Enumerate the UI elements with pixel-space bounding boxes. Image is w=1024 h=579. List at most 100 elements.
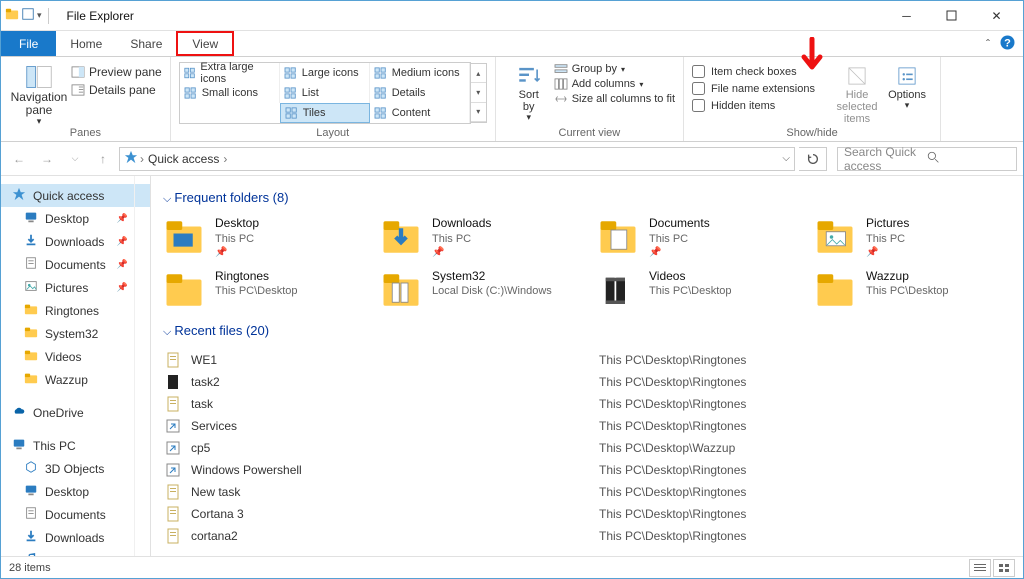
sidebar-pc-item-documents[interactable]: Documents: [1, 503, 150, 526]
status-item-count: 28 items: [9, 562, 51, 574]
forward-button[interactable]: →: [35, 147, 59, 171]
recent-file-row[interactable]: New taskThis PC\Desktop\Ringtones: [163, 481, 1011, 503]
back-button[interactable]: ←: [7, 147, 31, 171]
sidebar-item-pictures[interactable]: Pictures📌: [1, 276, 150, 299]
qat-properties-icon[interactable]: [21, 7, 35, 24]
tile-documents[interactable]: DocumentsThis PC📌: [597, 216, 794, 259]
file-name-extensions-toggle[interactable]: File name extensions: [692, 82, 832, 95]
recent-file-row[interactable]: task2This PC\Desktop\Ringtones: [163, 371, 1011, 393]
sidebar-pc-item-downloads[interactable]: Downloads: [1, 526, 150, 549]
view-details-button[interactable]: [969, 559, 991, 577]
collapse-ribbon-icon[interactable]: ˆ: [986, 37, 990, 51]
folder-icon: [23, 371, 39, 388]
pin-icon: 📌: [215, 246, 259, 259]
layout-option-tiles[interactable]: Tiles: [280, 103, 370, 123]
tile-system32[interactable]: System32Local Disk (C:)\Windows: [380, 269, 577, 311]
recent-file-row[interactable]: WE1This PC\Desktop\Ringtones: [163, 349, 1011, 371]
sort-by-button[interactable]: Sort by▾: [504, 59, 554, 123]
recent-files-header[interactable]: Recent files (20): [163, 323, 1011, 339]
tab-file[interactable]: File: [1, 31, 56, 56]
options-button[interactable]: Options▾: [882, 59, 932, 111]
ribbon-group-show-hide: Item check boxes File name extensions Hi…: [684, 57, 941, 141]
sidebar-pc-item-music[interactable]: Music: [1, 549, 150, 556]
hidden-items-toggle[interactable]: Hidden items: [692, 99, 832, 112]
layout-scroll-down[interactable]: ▾: [471, 83, 486, 102]
sidebar-item-wazzup[interactable]: Wazzup: [1, 368, 150, 391]
layout-option-details[interactable]: Details: [370, 83, 470, 103]
layout-option-content[interactable]: Content: [370, 103, 470, 123]
file-icon: [163, 528, 183, 544]
size-columns-button[interactable]: Size all columns to fit: [554, 93, 675, 105]
view-large-button[interactable]: [993, 559, 1015, 577]
folder-icon: [23, 529, 39, 546]
maximize-button[interactable]: [929, 2, 974, 30]
qat-dropdown-icon[interactable]: ▾: [37, 10, 42, 21]
ribbon-group-label-currentview: Current view: [504, 127, 675, 141]
layout-expand[interactable]: ▾: [471, 103, 486, 122]
breadcrumb-sep: ›: [140, 152, 144, 166]
sidebar-item-ringtones[interactable]: Ringtones: [1, 299, 150, 322]
minimize-button[interactable]: ─: [884, 2, 929, 30]
add-columns-button[interactable]: Add columns ▾: [554, 78, 675, 90]
close-button[interactable]: ✕: [974, 2, 1019, 30]
recent-file-row[interactable]: Windows PowershellThis PC\Desktop\Ringto…: [163, 459, 1011, 481]
quick-access-icon: [124, 150, 138, 167]
recent-file-row[interactable]: cortana2This PC\Desktop\Ringtones: [163, 525, 1011, 547]
recent-file-row[interactable]: taskThis PC\Desktop\Ringtones: [163, 393, 1011, 415]
help-icon[interactable]: ?: [1000, 35, 1015, 53]
tile-desktop[interactable]: DesktopThis PC📌: [163, 216, 360, 259]
sidebar-item-videos[interactable]: Videos: [1, 345, 150, 368]
sidebar-item-system32[interactable]: System32: [1, 322, 150, 345]
preview-pane-toggle[interactable]: Preview pane: [71, 65, 162, 79]
tile-ringtones[interactable]: RingtonesThis PC\Desktop: [163, 269, 360, 311]
tab-view[interactable]: View: [176, 31, 234, 56]
group-by-button[interactable]: Group by ▾: [554, 63, 675, 75]
tile-downloads[interactable]: DownloadsThis PC📌: [380, 216, 577, 259]
navigation-pane-button[interactable]: Navigation pane▾: [9, 59, 69, 127]
recent-file-row[interactable]: cp5This PC\Desktop\Wazzup: [163, 437, 1011, 459]
refresh-button[interactable]: [799, 147, 827, 171]
navigation-sidebar[interactable]: Quick access Desktop📌Downloads📌Documents…: [1, 176, 151, 556]
up-button[interactable]: ↑: [91, 147, 115, 171]
layout-option-extra-large-icons[interactable]: Extra large icons: [180, 63, 280, 83]
sidebar-quick-access[interactable]: Quick access: [1, 184, 150, 207]
tab-home[interactable]: Home: [56, 31, 116, 56]
layout-option-small-icons[interactable]: Small icons: [180, 83, 280, 103]
tile-videos[interactable]: VideosThis PC\Desktop: [597, 269, 794, 311]
folder-icon: [163, 216, 205, 258]
address-dropdown[interactable]: ⌵: [782, 153, 790, 164]
layout-option-medium-icons[interactable]: Medium icons: [370, 63, 470, 83]
search-placeholder: Search Quick access: [844, 145, 927, 173]
layout-scroll-up[interactable]: ▴: [471, 64, 486, 83]
star-icon: [11, 187, 27, 204]
main-view[interactable]: Frequent folders (8) DesktopThis PC📌 Down…: [151, 176, 1023, 556]
sidebar-item-downloads[interactable]: Downloads📌: [1, 230, 150, 253]
layout-view-gallery[interactable]: Extra large iconsLarge iconsMedium icons…: [179, 62, 471, 124]
ribbon-group-panes: Navigation pane▾ Preview pane Details pa…: [1, 57, 171, 141]
layout-option-large-icons[interactable]: Large icons: [280, 63, 370, 83]
recent-locations-button[interactable]: ⌵: [63, 147, 87, 171]
breadcrumb-crumb[interactable]: Quick access: [146, 152, 221, 166]
recent-file-row[interactable]: ServicesThis PC\Desktop\Ringtones: [163, 415, 1011, 437]
search-input[interactable]: Search Quick access: [837, 147, 1017, 171]
sidebar-item-desktop[interactable]: Desktop📌: [1, 207, 150, 230]
breadcrumb[interactable]: › Quick access › ⌵: [119, 147, 795, 171]
details-pane-toggle[interactable]: Details pane: [71, 83, 162, 97]
hide-selected-button[interactable]: Hide selected items: [832, 59, 882, 125]
pin-icon: 📌: [117, 236, 128, 247]
sidebar-pc-item-3d-objects[interactable]: 3D Objects: [1, 457, 150, 480]
sidebar-item-documents[interactable]: Documents📌: [1, 253, 150, 276]
file-icon: [163, 418, 183, 434]
tile-wazzup[interactable]: WazzupThis PC\Desktop: [814, 269, 1011, 311]
sidebar-onedrive[interactable]: OneDrive: [1, 401, 150, 424]
layout-option-list[interactable]: List: [280, 83, 370, 103]
sidebar-this-pc[interactable]: This PC: [1, 434, 150, 457]
tab-share[interactable]: Share: [116, 31, 176, 56]
breadcrumb-sep2: ›: [223, 152, 227, 166]
sidebar-pc-item-desktop[interactable]: Desktop: [1, 480, 150, 503]
tile-pictures[interactable]: PicturesThis PC📌: [814, 216, 1011, 259]
qat-separator: [48, 8, 49, 24]
ribbon-tabs: File Home Share View ˆ ?: [1, 31, 1023, 57]
frequent-folders-header[interactable]: Frequent folders (8): [163, 190, 1011, 206]
recent-file-row[interactable]: Cortana 3This PC\Desktop\Ringtones: [163, 503, 1011, 525]
